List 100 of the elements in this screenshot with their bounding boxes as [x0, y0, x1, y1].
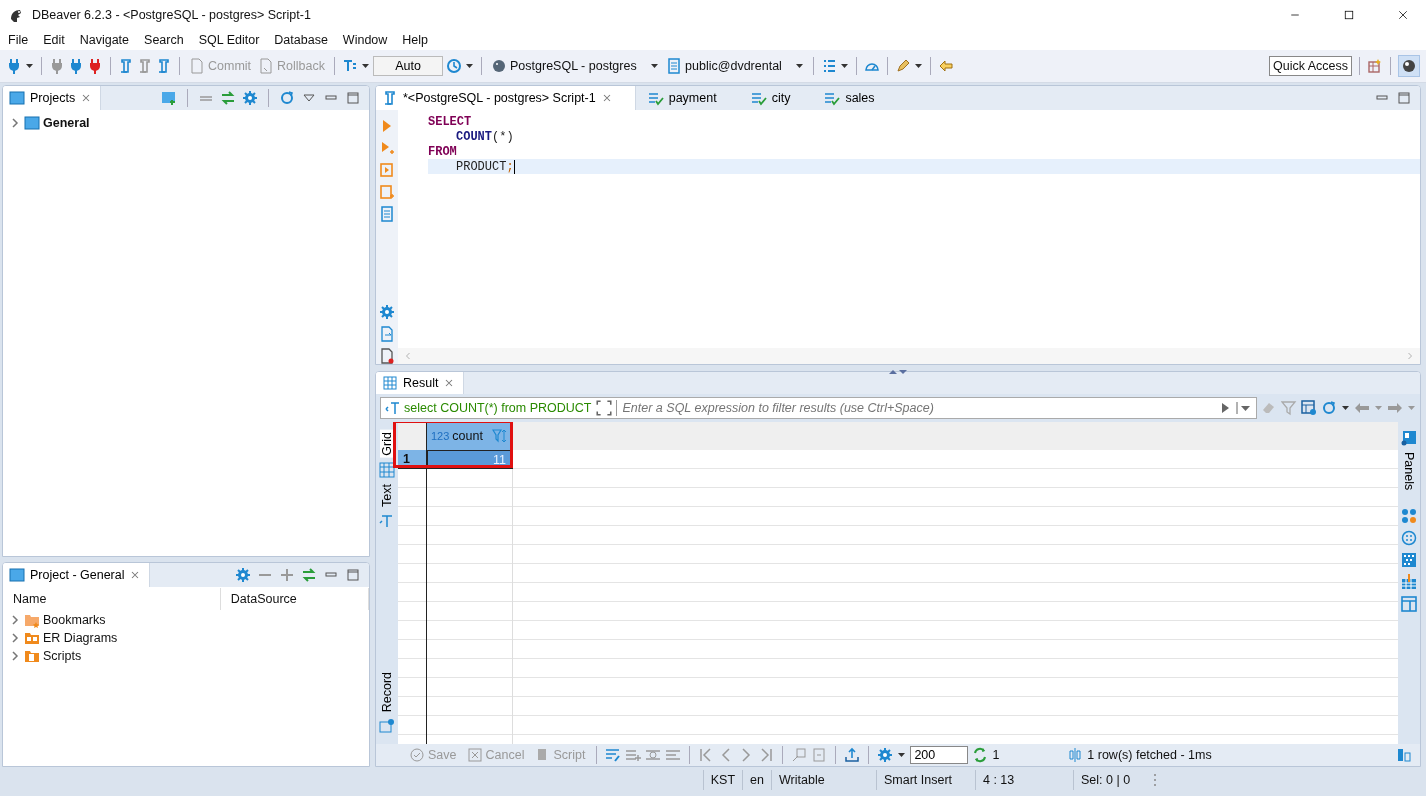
grid-icon[interactable]	[382, 375, 398, 391]
view-tab[interactable]: Record	[380, 669, 394, 714]
execute-script-icon[interactable]	[379, 162, 395, 178]
result-tab[interactable]: Result	[376, 372, 465, 395]
forward-icon[interactable]	[1387, 400, 1403, 416]
fetch-size-field[interactable]: 200	[910, 746, 969, 764]
query-icon[interactable]	[824, 90, 841, 106]
text-icon[interactable]	[379, 512, 395, 529]
script-folder-icon	[24, 648, 40, 664]
connect-icon[interactable]	[49, 58, 65, 74]
view-tab[interactable]: Text	[380, 481, 394, 509]
new-script-icon[interactable]	[156, 58, 172, 74]
grid-icon[interactable]	[379, 461, 395, 478]
close-icon[interactable]	[1397, 9, 1409, 21]
reconnect-icon[interactable]	[68, 58, 84, 74]
editor-tab[interactable]: *<PostgreSQL - postgres> Script-1	[376, 86, 636, 110]
calculator-icon[interactable]	[1401, 508, 1417, 525]
schema-icon[interactable]	[666, 58, 683, 74]
maximize-icon[interactable]	[1343, 9, 1355, 21]
panels-toggle-icon[interactable]	[1396, 747, 1412, 763]
checkerboard-icon[interactable]	[1401, 552, 1417, 569]
panels-tab[interactable]: Panels	[1402, 452, 1416, 491]
query-text[interactable]: select COUNT(*) from PRODUCT	[404, 401, 592, 415]
record-icon[interactable]	[379, 718, 395, 734]
filter-field[interactable]: select COUNT(*) from PRODUCT Enter a SQL expression to filter results (use Ctrl+Space)	[380, 397, 1257, 419]
filter-icon[interactable]	[1281, 400, 1297, 416]
tree-item[interactable]: Bookmarks	[43, 613, 106, 627]
menu-item[interactable]: SQL Editor	[192, 33, 266, 47]
column-header[interactable]: 123 count	[427, 422, 513, 450]
execute-script-new-tab-icon[interactable]	[379, 184, 395, 200]
copy-row-icon[interactable]	[645, 747, 662, 763]
add-icon[interactable]	[279, 567, 295, 583]
perspective-icon[interactable]	[1367, 58, 1383, 74]
settings-icon[interactable]	[235, 567, 251, 583]
link-icon[interactable]	[301, 567, 317, 583]
execute-new-tab-icon[interactable]	[379, 140, 395, 156]
auto-commit-button[interactable]: Auto	[373, 56, 443, 76]
column-insert-icon[interactable]	[1401, 574, 1417, 591]
database-icon[interactable]	[491, 58, 507, 74]
menu-item[interactable]: Navigate	[73, 33, 136, 47]
explain-plan-icon[interactable]	[379, 206, 395, 222]
refresh-icon[interactable]	[972, 747, 989, 763]
quick-access-field[interactable]: Quick Access	[1268, 56, 1352, 76]
export-icon[interactable]	[379, 326, 395, 342]
delete-row-icon[interactable]	[665, 747, 682, 763]
menu-item[interactable]: Database	[268, 33, 334, 47]
settings-icon[interactable]	[242, 90, 258, 106]
projects-icon[interactable]	[9, 567, 25, 583]
settings-icon[interactable]	[379, 304, 395, 320]
projects-tab[interactable]: Projects	[3, 86, 102, 110]
menu-item[interactable]: Edit	[37, 33, 71, 47]
link-icon[interactable]	[220, 90, 236, 106]
sash-arrows-icon[interactable]	[887, 368, 909, 376]
connection-selector[interactable]: PostgreSQL - postgres	[489, 56, 662, 76]
table-settings-icon[interactable]	[1301, 400, 1317, 416]
query-icon[interactable]	[750, 90, 767, 106]
filter-history-icon[interactable]	[1236, 400, 1252, 416]
edit-icon[interactable]	[605, 747, 622, 763]
column-header[interactable]: Name	[3, 588, 221, 610]
code-line: SELECT	[428, 114, 472, 129]
add-row-icon[interactable]	[625, 747, 642, 763]
new-project-icon[interactable]	[161, 90, 177, 106]
pen-icon[interactable]	[895, 58, 912, 74]
filter-input[interactable]: Enter a SQL expression to filter results (use Ctrl+Space)	[615, 400, 1214, 416]
document-icon[interactable]	[379, 348, 395, 364]
panels-icon[interactable]	[1401, 430, 1417, 446]
tree-item[interactable]: ER Diagrams	[43, 631, 118, 645]
disconnect-icon[interactable]	[87, 58, 103, 74]
layout-panel-icon[interactable]	[1401, 596, 1417, 613]
tree-item[interactable]: General	[43, 116, 90, 130]
sql-editor-icon[interactable]	[118, 58, 134, 74]
projects-icon[interactable]	[9, 90, 25, 106]
query-icon[interactable]	[647, 90, 664, 106]
aggregate-icon[interactable]	[1401, 530, 1417, 547]
filter-sort-icon[interactable]	[492, 428, 508, 444]
tree-item[interactable]: Scripts	[43, 649, 82, 663]
row-count-icon[interactable]	[1067, 747, 1084, 763]
editor-tab[interactable]: payment	[641, 86, 739, 110]
status-field: KST	[702, 770, 743, 790]
menu-item[interactable]: Help	[396, 33, 435, 47]
back-arrow-icon[interactable]	[938, 58, 955, 74]
status-field: Smart Insert	[876, 770, 975, 790]
view-tab[interactable]: Grid	[380, 430, 394, 458]
fetch-next-icon[interactable]	[791, 747, 808, 763]
column-header[interactable]: DataSource	[220, 588, 369, 610]
editor-tab[interactable]: city	[744, 86, 813, 110]
editor-tab[interactable]: sales	[818, 86, 897, 110]
export-icon[interactable]	[844, 747, 861, 763]
code-line: COUNT(*)	[455, 129, 514, 144]
script-icon[interactable]	[382, 90, 398, 106]
expand-icon[interactable]	[594, 399, 613, 417]
sql-script-icon[interactable]	[137, 58, 153, 74]
code-line: FROM	[428, 144, 457, 159]
sync-icon[interactable]	[279, 90, 295, 106]
schema-selector[interactable]: public@dvdrental	[664, 56, 807, 76]
menu-item[interactable]: File	[2, 33, 35, 47]
project-general-tab[interactable]: Project - General	[3, 563, 151, 587]
menu-item[interactable]: Search	[138, 33, 190, 47]
last-page-icon[interactable]	[758, 747, 775, 763]
menu-item[interactable]: Window	[336, 33, 394, 47]
